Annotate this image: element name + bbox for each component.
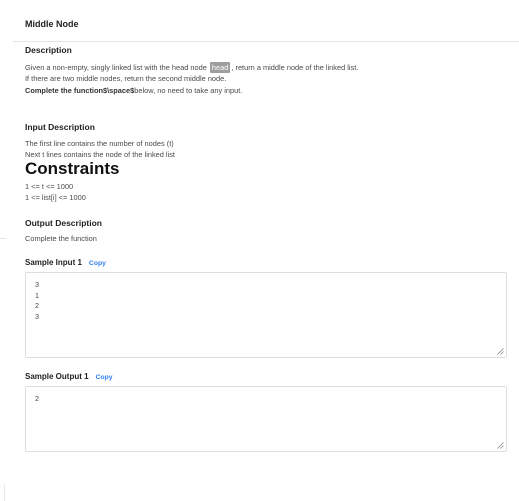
sample-input-label: Sample Input 1 [25,258,82,267]
description-text-rest: below, no need to take any input. [134,86,243,95]
description-bold-text: Complete the function$\space$ [25,86,135,95]
sample-output-box[interactable]: 2 [25,386,507,452]
sample-output-label: Sample Output 1 [25,372,89,381]
description-line-1: Given a non-empty, singly linked list wi… [25,62,358,73]
inline-code-head: head [209,62,231,73]
problem-title: Middle Node [25,19,79,29]
description-text-continued: , return a middle node of the linked lis… [231,63,359,72]
constraint-2: 1 <= list[i] <= 1000 [25,193,86,202]
input-description-heading: Input Description [25,122,95,132]
sample-input-box[interactable]: 3 1 2 3 [25,272,507,358]
copy-sample-output-button[interactable]: Copy [96,374,113,381]
input-description-line-2: Next t lines contains the node of the li… [25,150,175,159]
output-description-heading: Output Description [25,218,102,228]
constraint-1: 1 <= t <= 1000 [25,182,74,191]
outer-panel-edge [0,484,5,501]
output-description-line-1: Complete the function [25,234,97,243]
sample-input-value: 3 1 2 3 [35,280,39,321]
copy-sample-input-button[interactable]: Copy [89,260,106,267]
description-text: Given a non-empty, singly linked list wi… [25,63,207,72]
title-divider [13,41,519,42]
description-line-2: If there are two middle nodes, return th… [25,74,227,83]
description-heading: Description [25,45,72,55]
sample-input-header: Sample Input 1 Copy [25,258,106,267]
resize-handle-icon[interactable] [497,348,504,355]
input-description-line-1: The first line contains the number of no… [25,139,174,148]
problem-panel: Middle Node Description Given a non-empt… [13,0,519,501]
constraints-heading: Constraints [25,159,120,178]
description-line-3: Complete the function$\space$below, no n… [25,86,242,95]
outer-divider [0,238,6,239]
sample-output-value: 2 [35,394,39,403]
sample-output-header: Sample Output 1 Copy [25,372,113,381]
resize-handle-icon[interactable] [497,442,504,449]
